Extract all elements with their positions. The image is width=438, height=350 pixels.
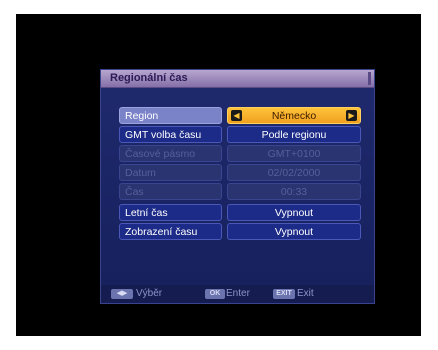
time-display-value[interactable]: Vypnout — [227, 223, 361, 240]
menu-row-time: Čas 00:33 — [119, 183, 361, 200]
exit-key-icon: EXIT — [273, 289, 295, 299]
menu-row-gmt-mode[interactable]: GMT volba času Podle regionu — [119, 126, 361, 143]
region-label: Region — [119, 107, 222, 124]
enter-hint: Enter — [226, 288, 250, 299]
ok-key-icon: OK — [205, 289, 225, 299]
select-key-icon: ◀▶ — [111, 289, 133, 299]
date-label: Datum — [119, 164, 222, 181]
time-value: 00:33 — [227, 183, 361, 200]
time-label: Čas — [119, 183, 222, 200]
time-display-label: Zobrazení času — [119, 223, 222, 240]
region-value: Německo — [271, 110, 317, 122]
title-bar-corner — [368, 72, 371, 85]
menu-row-time-display[interactable]: Zobrazení času Vypnout — [119, 223, 361, 240]
menu-title: Regionální čas — [110, 72, 188, 84]
region-selector[interactable]: ◀ Německo ▶ — [227, 107, 361, 124]
chevron-right-icon[interactable]: ▶ — [346, 110, 357, 121]
menu-footer: ◀▶ Výběr OK Enter EXIT Exit — [101, 285, 374, 303]
menu-row-region[interactable]: Region ◀ Německo ▶ — [119, 107, 361, 124]
menu-title-bar: Regionální čas — [101, 70, 374, 88]
timezone-label: Časové pásmo — [119, 145, 222, 162]
exit-hint: Exit — [297, 288, 314, 299]
regional-time-menu: Regionální čas Region ◀ Německo ▶ GMT vo… — [100, 69, 375, 304]
menu-row-date: Datum 02/02/2000 — [119, 164, 361, 181]
date-value: 02/02/2000 — [227, 164, 361, 181]
select-hint: Výběr — [136, 288, 163, 299]
chevron-left-icon[interactable]: ◀ — [231, 110, 242, 121]
tv-screen: Regionální čas Region ◀ Německo ▶ GMT vo… — [16, 14, 421, 336]
summer-time-value[interactable]: Vypnout — [227, 204, 361, 221]
gmt-mode-label: GMT volba času — [119, 126, 222, 143]
menu-row-summer-time[interactable]: Letní čas Vypnout — [119, 204, 361, 221]
gmt-mode-value[interactable]: Podle regionu — [227, 126, 361, 143]
menu-row-timezone: Časové pásmo GMT+0100 — [119, 145, 361, 162]
summer-time-label: Letní čas — [119, 204, 222, 221]
timezone-value: GMT+0100 — [227, 145, 361, 162]
